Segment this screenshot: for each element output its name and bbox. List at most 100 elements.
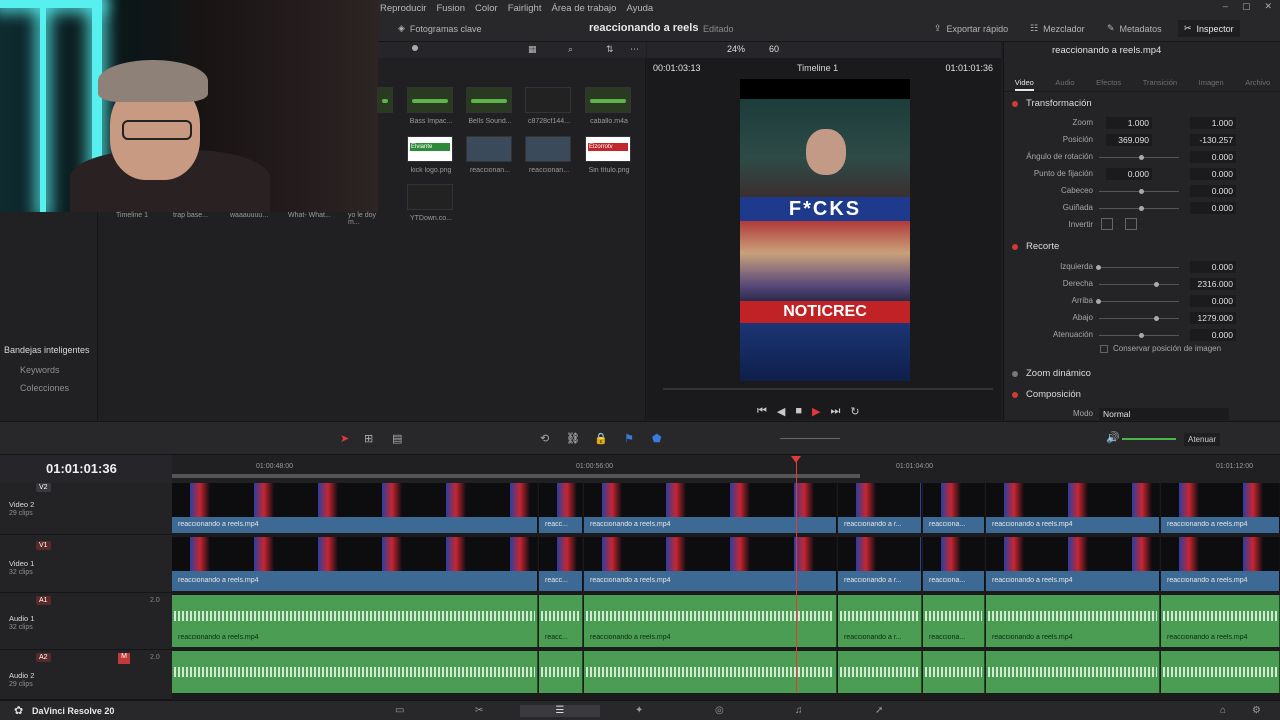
softness-field[interactable]: 0.000 [1190,329,1236,341]
audio-clip[interactable]: reacc... [539,595,583,647]
menu-fusion[interactable]: Fusion [436,3,465,14]
anchor-x-field[interactable]: 0.000 [1106,168,1152,180]
slider-knob[interactable] [1139,155,1144,160]
flag-icon[interactable]: ⚑ [624,432,634,445]
media-clip[interactable]: Elviante kick logo.png [407,136,453,174]
enable-dot[interactable] [1012,391,1018,398]
rotation-field[interactable]: 0.000 [1190,151,1236,163]
minimize-icon[interactable]: – [1223,1,1228,12]
tab-file[interactable]: Archivo [1245,64,1270,91]
tab-video[interactable]: Video [1014,64,1034,91]
media-clip[interactable]: Elzorrotv Sin título.png [585,136,631,174]
select-tool-icon[interactable]: ➤ [340,432,349,445]
deliver-page-icon[interactable]: ➚ [875,705,889,717]
fairlight-page-icon[interactable]: ♫ [795,705,809,717]
keyframes-button[interactable]: ◈ Fotogramas clave [398,23,481,34]
timeline-ruler[interactable]: 01:00:48:00 01:00:56:00 01:01:04:00 01:0… [172,455,1280,483]
track-header-v1[interactable]: V1 Video 1 32 clips [0,536,172,593]
audio-clip[interactable]: reaccionando a reels.mp4 [584,595,837,647]
menu-help[interactable]: Ayuda [626,3,653,14]
trim-tool-icon[interactable]: ⊞ [364,432,373,445]
viewer-timeline-name[interactable]: Timeline 1 [797,63,838,73]
timeline-clip[interactable]: reaccionando a r... [838,483,922,533]
position-y-field[interactable]: -130.257 [1190,134,1236,146]
metadata-button[interactable]: ✎ Metadatos [1107,23,1162,34]
media-clip[interactable]: caballo.m4a [585,87,631,125]
timeline-clip[interactable]: reacciona... [923,483,985,533]
section-transform[interactable]: Transformación [1012,98,1092,109]
search-icon[interactable]: ⌕ [568,44,573,55]
menu-fairlight[interactable]: Fairlight [508,3,542,14]
zoom-y-field[interactable]: 1.000 [1190,117,1236,129]
crop-bottom-slider[interactable] [1099,318,1179,319]
loop-icon[interactable]: ↻ [850,405,859,418]
audio-clip[interactable] [172,651,538,693]
media-clip[interactable]: Bass Impac... [407,87,453,125]
snap-icon[interactable]: ⟲ [540,432,549,445]
slider-knob[interactable] [1139,206,1144,211]
flip-v-icon[interactable] [1125,218,1137,230]
enable-dot[interactable] [1012,243,1018,250]
composite-mode-select[interactable]: Normal [1099,408,1229,420]
timeline-clip[interactable]: reaccionando a reels.mp4 [986,483,1160,533]
timeline-scrollbar[interactable] [172,474,860,478]
audio-clip[interactable] [539,651,583,693]
dim-button[interactable]: Atenuar [1184,433,1221,446]
slider-knob[interactable] [1096,265,1101,270]
audio-clip[interactable]: reaccionando a r... [838,595,922,647]
slider-knob[interactable] [1154,316,1159,321]
audio-clip[interactable] [838,651,922,693]
section-crop[interactable]: Recorte [1012,241,1059,252]
menu-color[interactable]: Color [475,3,498,14]
timeline-clip[interactable]: reaccionando a reels.mp4 [584,537,837,591]
timeline-clip[interactable]: reaccionando a reels.mp4 [1161,483,1280,533]
zoom-slider[interactable] [780,438,840,439]
quick-export-button[interactable]: ⇪ Exportar rápido [934,23,1008,34]
audio-clip[interactable]: reacciona... [923,595,985,647]
crop-right-field[interactable]: 2316.000 [1190,278,1236,290]
cut-page-icon[interactable]: ✂ [475,705,489,717]
timeline-clip[interactable]: reaccionando a r... [838,537,922,591]
media-clip[interactable]: c8728cf144... [525,87,571,125]
menu-reproducir[interactable]: Reproducir [380,3,426,14]
edit-page-icon[interactable]: ☰ [520,705,600,717]
fusion-page-icon[interactable]: ✦ [635,705,649,717]
flip-h-icon[interactable] [1101,218,1113,230]
slider-knob[interactable] [1096,299,1101,304]
crop-left-slider[interactable] [1099,267,1179,268]
bin-collections[interactable]: Colecciones [20,383,69,393]
video-frame[interactable]: F*CKS NOTICREC [740,79,910,381]
section-dynamic-zoom[interactable]: Zoom dinámico [1012,368,1091,379]
tab-image[interactable]: Imagen [1199,64,1224,91]
crop-bottom-field[interactable]: 1279.000 [1190,312,1236,324]
slider-knob[interactable] [1154,282,1159,287]
slider-knob[interactable] [1139,189,1144,194]
media-clip[interactable]: reaccionan... [466,136,512,174]
grid-view-icon[interactable]: ▦ [528,44,537,55]
audio-clip[interactable]: reaccionando a reels.mp4 [986,595,1160,647]
enable-dot[interactable] [1012,100,1018,107]
audio-clip[interactable] [584,651,837,693]
media-clip[interactable]: YTDown.co... [407,184,453,222]
blade-tool-icon[interactable]: ▤ [392,432,402,445]
volume-slider[interactable] [1122,438,1176,440]
settings-icon[interactable]: ⚙ [1252,705,1266,717]
anchor-y-field[interactable]: 0.000 [1190,168,1236,180]
media-clip[interactable] [377,87,393,113]
timeline-clip[interactable]: reacc... [539,483,583,533]
media-page-icon[interactable]: ▭ [395,705,409,717]
viewer-scrubber[interactable] [663,388,993,390]
bin-keywords[interactable]: Keywords [20,365,60,375]
speaker-icon[interactable]: 🔊 [1106,431,1120,444]
link-icon[interactable]: ⛓ [566,432,580,445]
menu-workspace[interactable]: Área de trabajo [551,3,616,14]
timeline-clip[interactable]: reaccionando a reels.mp4 [986,537,1160,591]
media-clip[interactable]: Bells Sound... [466,87,512,125]
mute-button[interactable]: M [118,653,130,664]
audio-clip[interactable]: reaccionando a reels.mp4 [1161,595,1280,647]
color-page-icon[interactable]: ◎ [715,705,729,717]
skip-end-icon[interactable]: ⏭ [831,405,841,418]
skip-start-icon[interactable]: ⏮ [757,405,767,418]
stop-icon[interactable]: ■ [795,405,802,418]
section-composite[interactable]: Composición [1012,389,1081,400]
